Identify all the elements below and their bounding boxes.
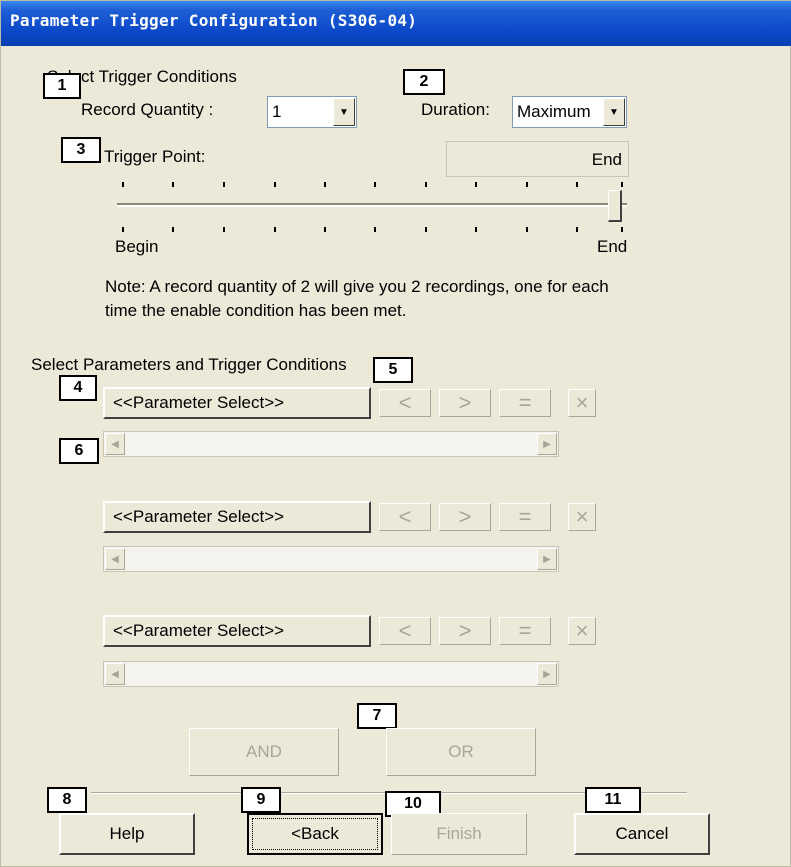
greater-than-button-3[interactable]: >	[439, 617, 491, 645]
duration-value: Maximum	[517, 102, 591, 121]
chevron-down-icon[interactable]: ▼	[603, 98, 625, 126]
cancel-button[interactable]: Cancel	[574, 813, 710, 855]
slider-tick	[475, 182, 477, 187]
slider-tick	[374, 227, 376, 232]
slider-tick	[172, 227, 174, 232]
slider-tick	[324, 227, 326, 232]
parameter-select-button-2[interactable]: <<Parameter Select>>	[103, 501, 371, 533]
title-bar[interactable]: Parameter Trigger Configuration (S306-04…	[1, 1, 791, 46]
scroll-left-icon[interactable]: ◀	[105, 433, 125, 455]
dialog-window: Parameter Trigger Configuration (S306-04…	[0, 0, 791, 867]
duration-dropdown[interactable]: Maximum ▼	[512, 96, 627, 128]
chevron-down-icon[interactable]: ▼	[333, 98, 355, 126]
duration-label: Duration:	[421, 100, 490, 119]
callout-marker-1: 1	[43, 73, 81, 99]
slider-tick	[621, 182, 623, 187]
slider-tick	[526, 227, 528, 232]
record-quantity-dropdown[interactable]: 1 ▼	[267, 96, 357, 128]
scroll-right-icon[interactable]: ▶	[537, 663, 557, 685]
equals-button-3[interactable]: =	[499, 617, 551, 645]
callout-marker-3: 3	[61, 137, 101, 163]
note-line-2: time the enable condition has been met.	[105, 301, 407, 320]
less-than-button-1[interactable]: <	[379, 389, 431, 417]
equals-button-2[interactable]: =	[499, 503, 551, 531]
and-button[interactable]: AND	[189, 728, 339, 776]
slider-begin-label: Begin	[115, 237, 159, 256]
trigger-point-readout: End	[446, 141, 629, 177]
slider-tick	[122, 227, 124, 232]
slider-tick	[425, 227, 427, 232]
delete-icon[interactable]: ×	[568, 617, 596, 645]
or-button[interactable]: OR	[386, 728, 536, 776]
slider-tick	[274, 227, 276, 232]
slider-tick	[621, 227, 623, 232]
callout-marker-6: 6	[59, 438, 99, 464]
slider-tick	[223, 182, 225, 187]
less-than-button-2[interactable]: <	[379, 503, 431, 531]
finish-button[interactable]: Finish	[391, 813, 527, 855]
callout-marker-4: 4	[59, 375, 97, 401]
delete-icon[interactable]: ×	[568, 503, 596, 531]
greater-than-button-1[interactable]: >	[439, 389, 491, 417]
scroll-left-icon[interactable]: ◀	[105, 548, 125, 570]
slider-tick	[475, 227, 477, 232]
equals-button-1[interactable]: =	[499, 389, 551, 417]
back-button[interactable]: <Back	[247, 813, 383, 855]
scroll-right-icon[interactable]: ▶	[537, 548, 557, 570]
parameter-select-button-3[interactable]: <<Parameter Select>>	[103, 615, 371, 647]
callout-marker-11: 11	[585, 787, 641, 813]
note-line-1: Note: A record quantity of 2 will give y…	[105, 277, 609, 296]
trigger-point-label: Trigger Point:	[104, 147, 206, 166]
scroll-left-icon[interactable]: ◀	[105, 663, 125, 685]
callout-marker-7: 7	[357, 703, 397, 729]
scroll-right-icon[interactable]: ▶	[537, 433, 557, 455]
trigger-point-slider-track[interactable]	[117, 203, 627, 207]
callout-marker-2: 2	[403, 69, 445, 95]
slider-tick	[576, 227, 578, 232]
window-title: Parameter Trigger Configuration (S306-04…	[10, 11, 418, 30]
slider-tick	[576, 182, 578, 187]
record-quantity-label: Record Quantity :	[81, 100, 214, 119]
record-quantity-value: 1	[272, 102, 282, 121]
slider-end-label: End	[597, 237, 628, 256]
parameter-select-button-1[interactable]: <<Parameter Select>>	[103, 387, 371, 419]
trigger-point-readout-value: End	[591, 150, 622, 169]
condition-scrollbar-2[interactable]: ◀ ▶	[103, 546, 559, 572]
condition-scrollbar-1[interactable]: ◀ ▶	[103, 431, 559, 457]
greater-than-button-2[interactable]: >	[439, 503, 491, 531]
slider-tick	[122, 182, 124, 187]
slider-tick	[526, 182, 528, 187]
slider-tick	[274, 182, 276, 187]
condition-scrollbar-3[interactable]: ◀ ▶	[103, 661, 559, 687]
slider-tick	[172, 182, 174, 187]
callout-marker-5: 5	[373, 357, 413, 383]
delete-icon[interactable]: ×	[568, 389, 596, 417]
help-button[interactable]: Help	[59, 813, 195, 855]
callout-marker-9: 9	[241, 787, 281, 813]
slider-tick	[425, 182, 427, 187]
callout-marker-8: 8	[47, 787, 87, 813]
slider-tick	[374, 182, 376, 187]
less-than-button-3[interactable]: <	[379, 617, 431, 645]
slider-tick	[223, 227, 225, 232]
trigger-point-slider-thumb[interactable]	[608, 190, 622, 222]
slider-tick	[324, 182, 326, 187]
parameters-group-label: Select Parameters and Trigger Conditions	[31, 355, 347, 374]
